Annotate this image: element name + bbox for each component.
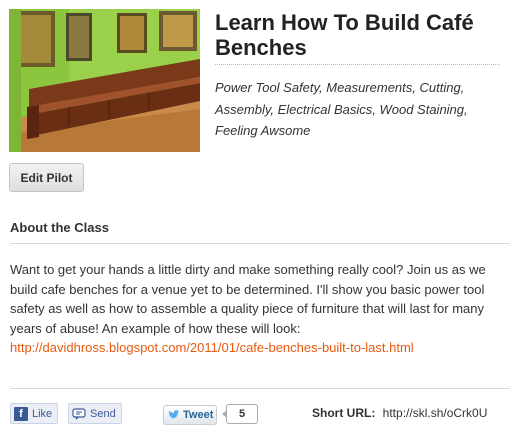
tweet-button[interactable]: Tweet xyxy=(163,405,217,425)
like-label: Like xyxy=(32,407,53,420)
about-body: Want to get your hands a little dirty an… xyxy=(10,262,486,336)
facebook-icon: f xyxy=(14,406,28,421)
course-title: Learn How To Build Café Benches xyxy=(215,10,474,60)
about-description: Want to get your hands a little dirty an… xyxy=(10,260,510,358)
twitter-bird-icon xyxy=(168,410,180,419)
share-divider xyxy=(10,388,510,389)
send-icon xyxy=(72,407,86,420)
course-topics: Power Tool Safety, Measurements, Cutting… xyxy=(215,80,468,138)
course-photo xyxy=(9,9,200,152)
edit-pilot-button[interactable]: Edit Pilot xyxy=(9,163,84,192)
about-divider xyxy=(10,243,510,244)
short-url: Short URL: http://skl.sh/oCrk0U xyxy=(312,406,487,420)
facebook-like-button[interactable]: f Like xyxy=(10,403,59,424)
short-url-label: Short URL: xyxy=(312,406,376,420)
send-label: Send xyxy=(90,407,116,420)
facebook-send-button[interactable]: Send xyxy=(68,403,122,424)
tweet-label: Tweet xyxy=(183,409,214,421)
example-link[interactable]: http://davidhross.blogspot.com/2011/01/c… xyxy=(10,340,414,355)
tweet-count: 5 xyxy=(222,404,258,424)
short-url-value[interactable]: http://skl.sh/oCrk0U xyxy=(383,406,488,420)
title-divider xyxy=(215,64,500,65)
about-heading: About the Class xyxy=(10,220,109,235)
